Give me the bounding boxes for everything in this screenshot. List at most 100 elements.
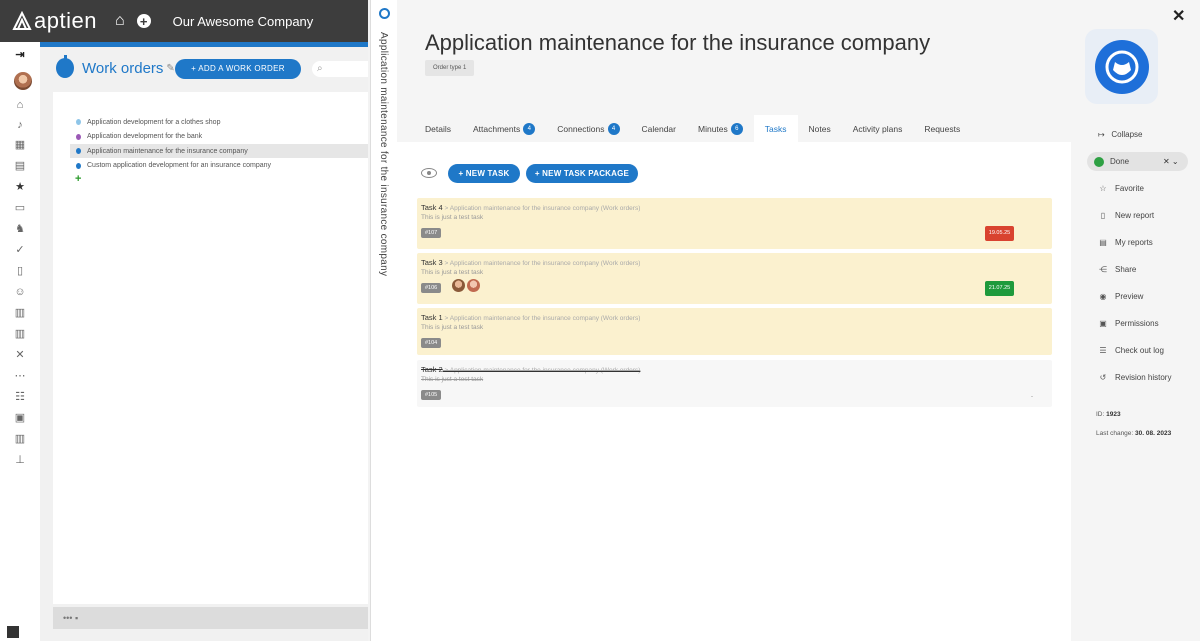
work-orders-footer[interactable]: ••• ▪ [53,607,368,629]
more-dots-icon[interactable]: ⋯ [13,369,27,383]
visibility-eye-icon[interactable] [421,168,437,178]
org-chart-icon[interactable]: ⊥ [13,453,27,467]
file-icon[interactable]: ▯ [13,264,27,278]
task-description: This is just a test task [421,214,484,221]
action-label: Favorite [1115,184,1144,193]
task-card[interactable]: Task 1 > Application maintenance for the… [417,308,1052,355]
status-clear-dropdown-icon[interactable]: ✕ ⌄ [1163,157,1179,166]
edit-pencil-icon[interactable]: ✎ [166,63,174,74]
check-circle-icon[interactable]: ✓ [13,243,27,257]
work-order-dot-icon [76,162,81,169]
document-icon[interactable]: ▭ [13,201,27,215]
task-name[interactable]: Task 4 [421,203,443,212]
favorite-action[interactable]: ☆ Favorite [1098,184,1144,193]
my-reports-action[interactable]: ▤ My reports [1098,238,1153,247]
assignee-avatar[interactable] [467,279,480,292]
add-icon[interactable]: + [136,14,151,29]
task-name[interactable]: Task 1 [421,313,443,322]
collapse-button[interactable]: ↦ Collapse [1098,130,1143,139]
last-change-value: 30. 08. 2023 [1135,430,1172,437]
task-card-completed[interactable]: Task 2 > Application maintenance for the… [417,360,1052,407]
work-order-app-icon [1085,29,1158,104]
books-icon[interactable]: ▥ [13,327,27,341]
assignee-avatar[interactable] [452,279,465,292]
home-icon[interactable]: ⌂ [115,12,125,30]
record-id: ID: 1923 [1096,411,1121,418]
clipboard-icon[interactable]: ▤ [13,159,27,173]
work-order-dot-icon [76,119,81,125]
tab-count-badge: 4 [523,122,536,135]
aptien-logo[interactable]: aptien [12,8,97,34]
record-id-value: 1923 [1106,411,1121,418]
person-icon[interactable]: ☺ [13,285,27,299]
briefcase-icon[interactable]: ▣ [13,411,27,425]
work-order-item-selected[interactable]: Application maintenance for the insuranc… [70,144,368,158]
footer-logo-icon[interactable] [7,626,19,638]
vertical-title: Application maintenance for the insuranc… [378,32,389,277]
new-task-button[interactable]: + NEW TASK [448,164,520,183]
expand-menu-icon[interactable]: ⇥ [13,48,27,62]
work-order-item[interactable]: Application development for the bank [70,130,368,144]
task-id-badge: #104 [421,338,442,348]
detail-tabs: Details Attachments 4 Connections 4 Calend… [414,115,971,142]
tab-label: Calendar [641,123,677,134]
add-item-plus-icon[interactable]: + [70,173,368,185]
task-description: This is just a test task [421,269,484,276]
permissions-action[interactable]: ▣ Permissions [1098,319,1158,328]
record-id-label: ID: [1096,411,1105,418]
work-order-label: Application development for the bank [87,133,203,140]
revision-history-action[interactable]: ↺ Revision history [1098,373,1172,382]
tab-tasks[interactable]: Tasks [753,115,798,142]
action-label: Share [1115,265,1137,274]
close-icon[interactable]: ✕ [1172,6,1185,26]
task-context: > Application maintenance for the insura… [442,367,641,374]
tab-requests[interactable]: Requests [913,115,971,142]
page-title: Application maintenance for the insuranc… [425,30,931,55]
user-avatar[interactable] [14,72,32,90]
tab-connections[interactable]: Connections 4 [546,115,630,142]
status-selector[interactable]: Done ✕ ⌄ [1087,152,1188,171]
task-card[interactable]: Task 4 > Application maintenance for the… [417,198,1052,249]
collapse-label: Collapse [1111,130,1143,139]
star-icon[interactable]: ★ [13,180,27,194]
new-task-package-button[interactable]: + NEW TASK PACKAGE [526,164,638,183]
tab-label: Minutes [698,123,728,134]
library-icon[interactable]: ▥ [13,432,27,446]
tab-minutes[interactable]: Minutes 6 [687,115,754,142]
bell-icon[interactable]: ♪ [13,118,27,132]
work-order-item[interactable]: Custom application development for an in… [70,159,368,173]
search-input[interactable]: ⌕ [312,61,368,77]
status-dot-icon [1094,156,1104,167]
tab-label: Details [425,123,451,134]
last-change-label: Last change: [1096,430,1134,437]
work-orders-header: Work orders ✎ [56,55,175,78]
work-order-item[interactable]: Application development for a clothes sh… [70,115,368,129]
animal-icon[interactable]: ♞ [13,222,27,236]
trash-icon[interactable]: ▥ [13,306,27,320]
tab-attachments[interactable]: Attachments 4 [462,115,546,142]
new-report-action[interactable]: ▯ New report [1098,211,1154,220]
share-action[interactable]: ⋲ Share [1098,265,1136,274]
company-name[interactable]: Our Awesome Company [173,14,314,29]
add-work-order-button[interactable]: + ADD A WORK ORDER [175,59,301,79]
check-out-log-action[interactable]: ☰ Check out log [1098,346,1164,355]
tab-details[interactable]: Details [414,115,462,142]
preview-action[interactable]: ◉ Preview [1098,292,1144,301]
team-icon[interactable]: ☷ [13,390,27,404]
tab-notes[interactable]: Notes [798,115,842,142]
calendar-icon[interactable]: ▦ [13,138,27,152]
tools-icon[interactable]: ✕ [13,348,27,362]
tab-activity-plans[interactable]: Activity plans [842,115,914,142]
stopwatch-icon [56,55,74,78]
share-icon: ⋲ [1099,265,1107,274]
eye-icon: ◉ [1099,292,1107,301]
task-card[interactable]: Task 3 > Application maintenance for the… [417,253,1052,304]
task-name[interactable]: Task 3 [421,258,443,267]
work-order-dot-icon [76,133,81,140]
work-order-label: Application maintenance for the insuranc… [87,147,248,155]
task-name[interactable]: Task 2 [421,365,443,374]
task-description: This is just a test task [421,376,484,383]
home-rail-icon[interactable]: ⌂ [13,98,27,112]
task-dash: - [1031,394,1033,400]
tab-calendar[interactable]: Calendar [631,115,688,142]
